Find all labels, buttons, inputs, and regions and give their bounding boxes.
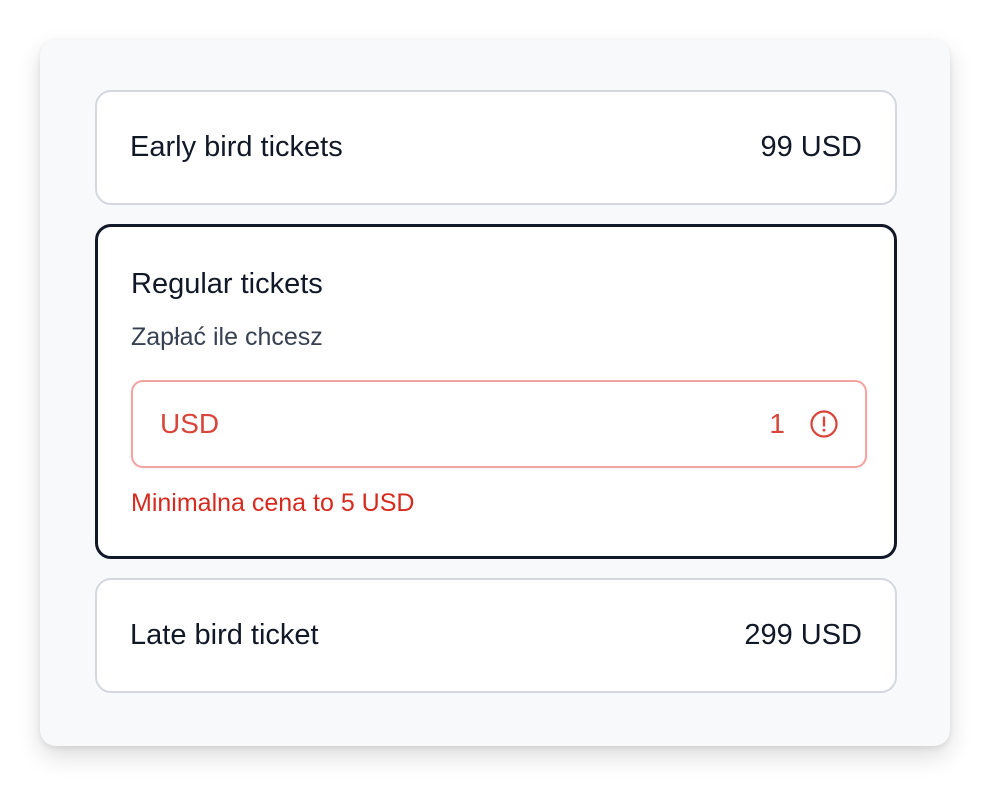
price-error-message: Minimalna cena to 5 USD (131, 489, 415, 517)
ticket-option-early-bird[interactable]: Early bird tickets 99 USD (95, 90, 897, 205)
ticket-name: Regular tickets (131, 268, 323, 300)
ticket-name: Late bird ticket (130, 619, 319, 651)
ticket-selector-panel: Early bird tickets 99 USD Regular ticket… (40, 40, 950, 746)
ticket-price: 99 USD (760, 131, 862, 163)
ticket-price: 299 USD (744, 619, 862, 651)
price-amount-input[interactable] (219, 408, 785, 440)
price-input-field[interactable]: USD (131, 380, 867, 468)
ticket-name: Early bird tickets (130, 131, 343, 163)
currency-label: USD (160, 408, 220, 439)
ticket-option-regular[interactable]: Regular tickets Zapłać ile chcesz USD Mi… (95, 224, 897, 559)
exclamation-circle-icon (810, 410, 838, 438)
ticket-subtitle: Zapłać ile chcesz (131, 323, 323, 351)
ticket-option-late-bird[interactable]: Late bird ticket 299 USD (95, 578, 897, 693)
